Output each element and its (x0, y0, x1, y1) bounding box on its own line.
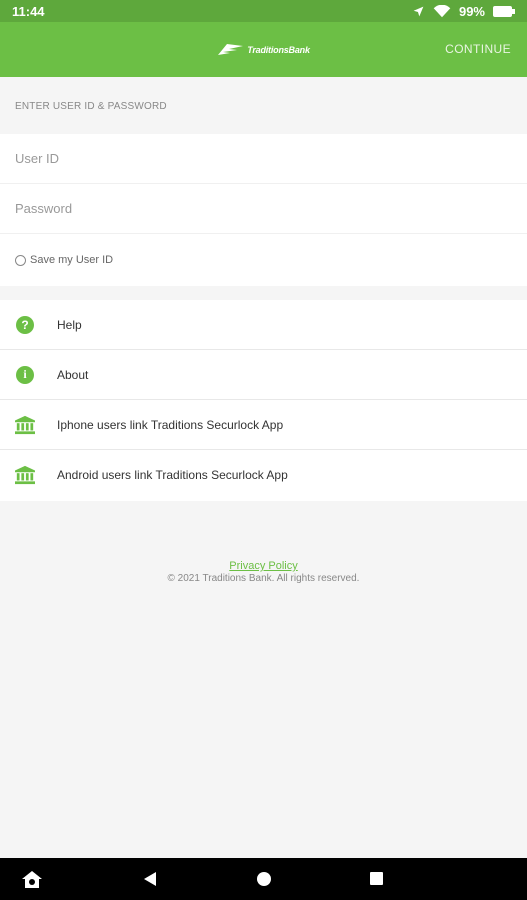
menu-item-help[interactable]: ? Help (0, 300, 527, 350)
menu-item-label: Help (57, 317, 82, 332)
menu-item-label: Iphone users link Traditions Securlock A… (57, 417, 284, 432)
copyright-text: © 2021 Traditions Bank. All rights reser… (167, 573, 360, 584)
logo-wing-icon (218, 43, 244, 55)
question-icon: ? (15, 315, 35, 335)
section-header: ENTER USER ID & PASSWORD (15, 100, 167, 112)
footer: Privacy Policy © 2021 Traditions Bank. A… (0, 560, 527, 584)
save-userid-radio[interactable] (15, 254, 26, 266)
menu-item-iphone-securlock[interactable]: Iphone users link Traditions Securlock A… (0, 400, 527, 450)
battery-icon (493, 5, 515, 17)
menu-card: ? Help i About Iphone users link Traditi… (0, 300, 527, 501)
location-arrow-icon (413, 6, 424, 16)
back-icon[interactable] (143, 871, 157, 887)
status-icons: 99% (412, 4, 515, 19)
status-bar: 11:44 99% (0, 0, 527, 22)
save-userid-row[interactable]: Save my User ID (0, 234, 527, 286)
app-bar: TraditionsBank CONTINUE (0, 22, 527, 77)
continue-button[interactable]: CONTINUE (445, 42, 511, 56)
menu-item-label: About (57, 367, 89, 382)
userid-input[interactable] (15, 151, 527, 166)
save-userid-label: Save my User ID (30, 254, 114, 266)
menu-item-android-securlock[interactable]: Android users link Traditions Securlock … (0, 450, 527, 500)
userid-field-row (0, 134, 527, 184)
password-field-row (0, 184, 527, 234)
bank-icon (15, 465, 35, 485)
system-nav-bar (0, 858, 527, 900)
home-icon[interactable] (256, 871, 272, 887)
bank-icon (15, 415, 35, 435)
menu-item-label: Android users link Traditions Securlock … (57, 468, 288, 482)
password-input[interactable] (15, 201, 527, 216)
status-time: 11:44 (12, 3, 45, 19)
menu-item-about[interactable]: i About (0, 350, 527, 400)
battery-percent: 99% (458, 3, 485, 19)
logo-text: TraditionsBank (247, 44, 310, 55)
recents-icon[interactable] (369, 871, 384, 886)
home-assistant-icon[interactable] (22, 871, 42, 888)
info-icon: i (15, 365, 35, 385)
login-card: Save my User ID (0, 134, 527, 286)
bank-logo: TraditionsBank (217, 43, 310, 57)
privacy-policy-link[interactable]: Privacy Policy (0, 560, 527, 572)
wifi-icon (433, 4, 451, 17)
